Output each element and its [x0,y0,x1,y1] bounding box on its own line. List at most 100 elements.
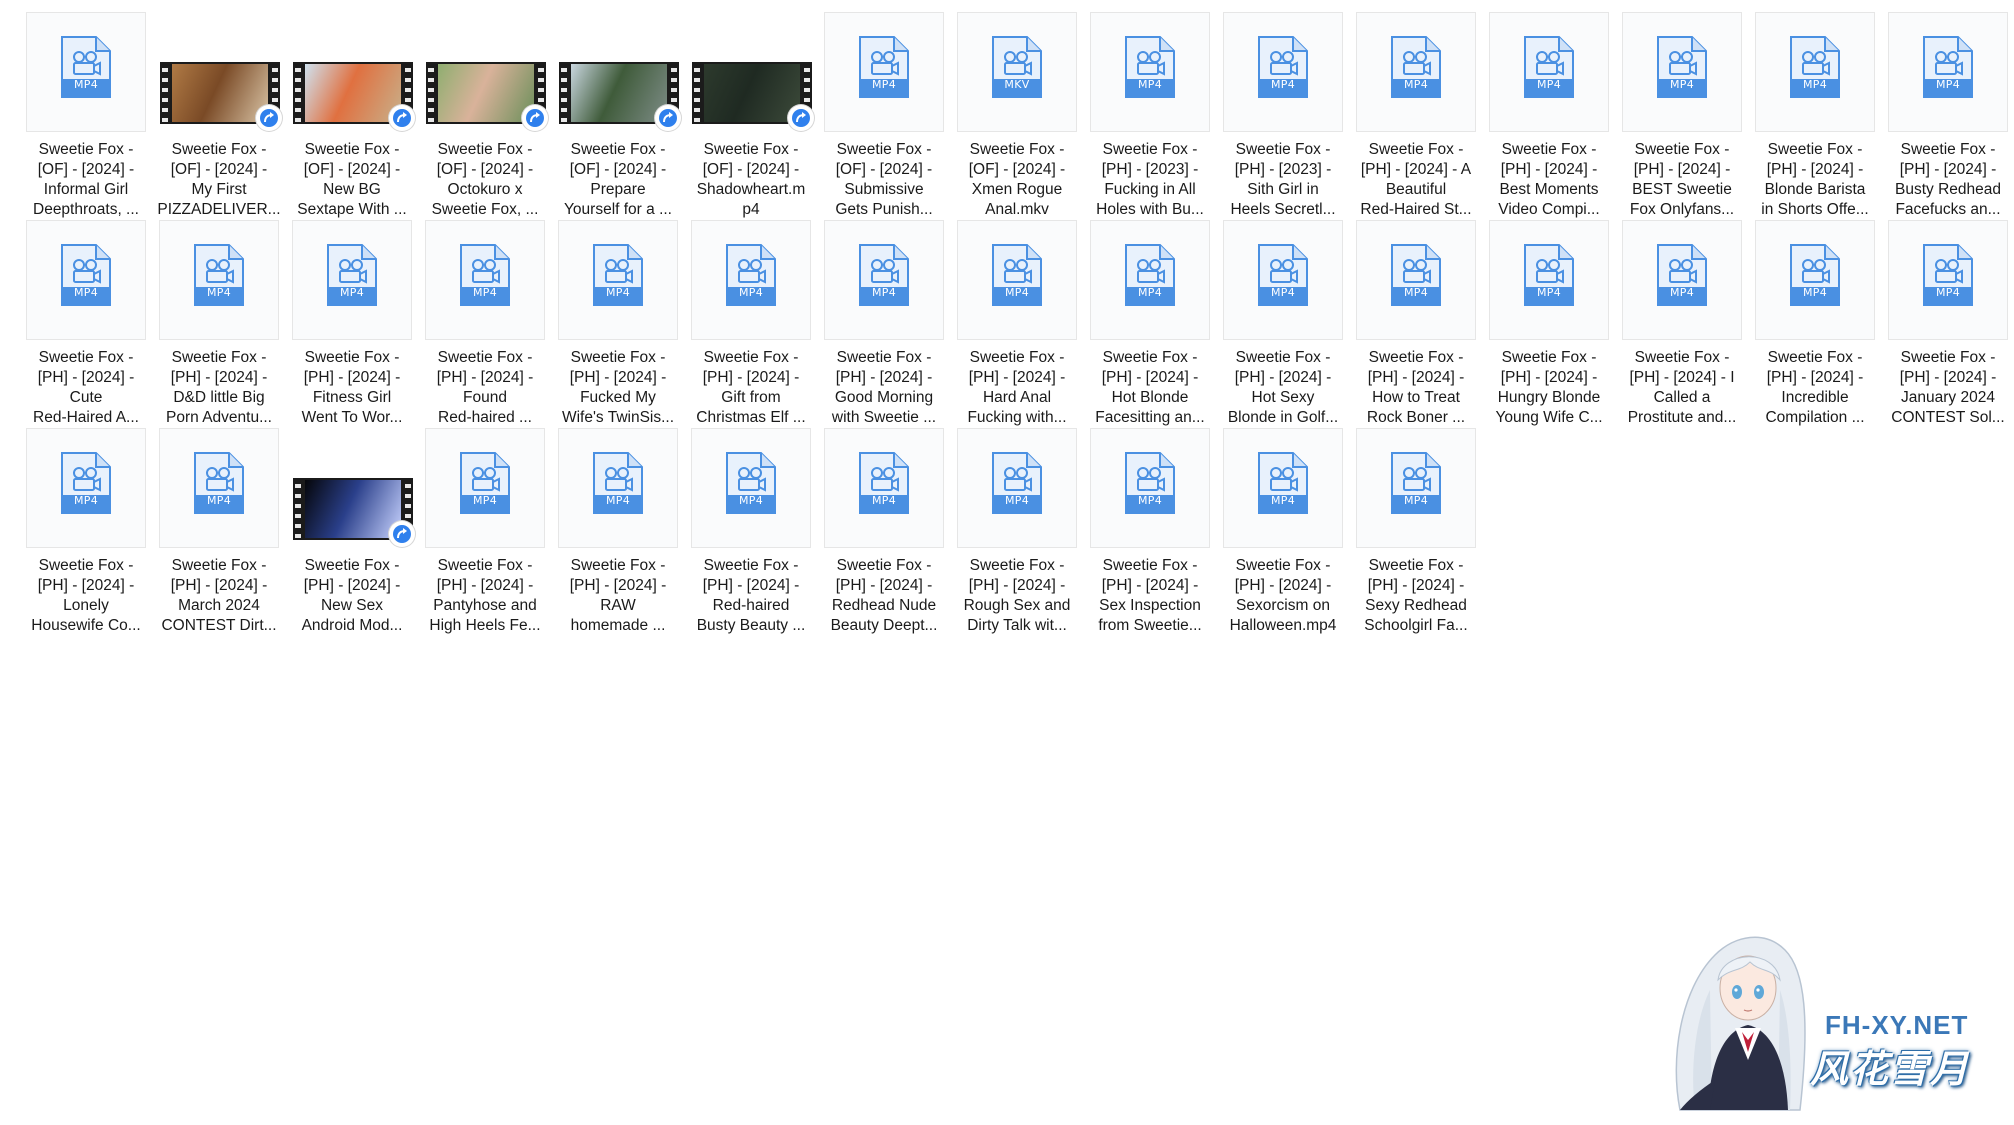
file-thumbnail: MP4 [957,220,1077,340]
file-item[interactable]: MP4 Sweetie Fox - [PH] - [2024] - Fucked … [554,218,682,426]
file-item[interactable]: MP4 Sweetie Fox - [PH] - [2024] - January… [1884,218,2012,426]
video-file-icon: MP4 [60,35,112,99]
file-extension-label: MP4 [738,494,764,507]
file-item[interactable]: MP4 Sweetie Fox - [PH] - [2024] - Busty R… [1884,10,2012,218]
video-file-icon: MP4 [725,451,777,515]
file-item[interactable]: MP4 Sweetie Fox - [PH] - [2024] - I Calle… [1618,218,1746,426]
file-item[interactable]: MP4 Sweetie Fox - [PH] - [2024] - Incredi… [1751,218,1879,426]
file-thumbnail: MP4 [1356,12,1476,132]
file-item[interactable]: Sweetie Fox - [OF] - [2024] - My First P… [155,10,283,218]
file-item[interactable]: MP4 Sweetie Fox - [OF] - [2024] - Informa… [22,10,150,218]
video-frame-image [305,64,401,122]
file-name-label: Sweetie Fox - [PH] - [2024] - Gift from … [696,349,806,426]
video-file-icon: MP4 [60,451,112,515]
file-thumbnail: MP4 [1622,220,1742,340]
file-name-label: Sweetie Fox - [PH] - [2024] - Hungry Blo… [1495,349,1603,426]
video-file-icon: MP4 [1523,35,1575,99]
file-name-label: Sweetie Fox - [PH] - [2023] - Fucking in… [1096,141,1204,218]
file-name-label: Sweetie Fox - [PH] - [2024] - Sexy Redhe… [1364,557,1468,634]
file-item[interactable]: MP4 Sweetie Fox - [PH] - [2024] - Sexy Re… [1352,426,1480,634]
file-explorer-view: MP4 Sweetie Fox - [OF] - [2024] - Informa… [0,0,2014,1125]
video-file-icon: MP4 [1523,243,1575,307]
file-name-label: Sweetie Fox - [PH] - [2024] - Best Momen… [1498,141,1600,218]
video-file-icon: MP4 [1789,35,1841,99]
file-item[interactable]: MP4 Sweetie Fox - [PH] - [2024] - Sexorci… [1219,426,1347,634]
file-item[interactable]: MP4 Sweetie Fox - [PH] - [2024] - BEST Sw… [1618,10,1746,218]
file-item[interactable]: MP4 Sweetie Fox - [PH] - [2024] - D&D lit… [155,218,283,426]
file-item[interactable]: MP4 Sweetie Fox - [PH] - [2024] - Gift fr… [687,218,815,426]
file-item[interactable]: MP4 Sweetie Fox - [PH] - [2023] - Sith Gi… [1219,10,1347,218]
file-item[interactable]: MP4 Sweetie Fox - [PH] - [2024] - Redhead… [820,426,948,634]
video-file-icon: MP4 [459,451,511,515]
file-item[interactable]: MP4 Sweetie Fox - [PH] - [2024] - RAW hom… [554,426,682,634]
file-item[interactable]: MP4 Sweetie Fox - [PH] - [2024] - Rough S… [953,426,1081,634]
file-extension-label: MP4 [206,494,232,507]
file-thumbnail: MP4 [425,220,545,340]
file-thumbnail [425,12,548,132]
file-item[interactable]: MP4 Sweetie Fox - [PH] - [2024] - Found R… [421,218,549,426]
video-file-icon: MP4 [1656,243,1708,307]
file-item[interactable]: Sweetie Fox - [PH] - [2024] - New Sex An… [288,426,416,634]
file-thumbnail: MP4 [558,428,678,548]
file-item[interactable]: Sweetie Fox - [OF] - [2024] - Octokuro x… [421,10,549,218]
file-extension-label: MP4 [1004,494,1030,507]
file-item[interactable]: MP4 Sweetie Fox - [OF] - [2024] - Submiss… [820,10,948,218]
video-file-icon: MP4 [858,35,910,99]
file-item[interactable]: MP4 Sweetie Fox - [PH] - [2024] - Hot Sex… [1219,218,1347,426]
file-name-label: Sweetie Fox - [OF] - [2024] - Informal G… [33,141,139,218]
video-file-icon: MP4 [991,243,1043,307]
file-item[interactable]: MP4 Sweetie Fox - [PH] - [2024] - Lonely … [22,426,150,634]
file-item[interactable]: MP4 Sweetie Fox - [PH] - [2024] - Cute Re… [22,218,150,426]
file-thumbnail: MP4 [1888,12,2008,132]
file-item[interactable]: MP4 Sweetie Fox - [PH] - [2024] - Sex Ins… [1086,426,1214,634]
file-item[interactable]: MP4 Sweetie Fox - [PH] - [2024] - Fitness… [288,218,416,426]
video-file-icon: MP4 [1922,35,1974,99]
file-item[interactable]: MP4 Sweetie Fox - [PH] - [2024] - Blonde … [1751,10,1879,218]
file-thumbnail: MKV [957,12,1077,132]
file-name-label: Sweetie Fox - [PH] - [2024] - D&D little… [166,349,272,426]
file-thumbnail [292,428,415,548]
file-item[interactable]: MP4 Sweetie Fox - [PH] - [2024] - Hard An… [953,218,1081,426]
file-item[interactable]: MP4 Sweetie Fox - [PH] - [2024] - A Beaut… [1352,10,1480,218]
film-sprocket-strip [293,478,303,540]
file-item[interactable]: Sweetie Fox - [OF] - [2024] - Prepare Yo… [554,10,682,218]
file-name-label: Sweetie Fox - [OF] - [2024] - Submissive… [835,141,933,218]
file-item[interactable]: MP4 Sweetie Fox - [PH] - [2024] - Hot Blo… [1086,218,1214,426]
file-item[interactable]: MP4 Sweetie Fox - [PH] - [2023] - Fucking… [1086,10,1214,218]
file-thumbnail [292,12,415,132]
file-name-label: Sweetie Fox - [OF] - [2024] - My First P… [157,141,281,218]
file-name-label: Sweetie Fox - [PH] - [2024] - Rough Sex … [963,557,1071,634]
file-extension-label: MP4 [1669,286,1695,299]
shortcut-arrow-icon [655,105,681,131]
file-item[interactable]: MP4 Sweetie Fox - [PH] - [2024] - Best Mo… [1485,10,1613,218]
shortcut-arrow-icon [389,521,415,547]
file-extension-label: MP4 [871,286,897,299]
file-name-label: Sweetie Fox - [PH] - [2024] - Found Red-… [436,349,534,426]
file-extension-label: MP4 [73,494,99,507]
file-extension-label: MP4 [1403,78,1429,91]
file-item[interactable]: MP4 Sweetie Fox - [PH] - [2024] - Hungry … [1485,218,1613,426]
watermark-site-text: FH-XY.NET [1825,1010,1969,1040]
file-thumbnail: MP4 [159,220,279,340]
video-file-icon: MP4 [326,243,378,307]
file-name-label: Sweetie Fox - [PH] - [2024] - How to Tre… [1366,349,1466,426]
file-name-label: Sweetie Fox - [PH] - [2024] - Good Morni… [831,349,937,426]
file-extension-label: MP4 [73,286,99,299]
file-thumbnail [691,12,814,132]
watermark-title-text: 风花雪月 [1810,1047,1971,1091]
file-item[interactable]: MP4 Sweetie Fox - [PH] - [2024] - March 2… [155,426,283,634]
file-name-label: Sweetie Fox - [PH] - [2024] - Red-haired… [696,557,806,634]
file-item[interactable]: MKV Sweetie Fox - [OF] - [2024] - Xmen Ro… [953,10,1081,218]
video-file-icon: MP4 [1390,243,1442,307]
file-name-label: Sweetie Fox - [PH] - [2024] - Busty Redh… [1895,141,2001,218]
file-item[interactable]: Sweetie Fox - [OF] - [2024] - Shadowhear… [687,10,815,218]
file-item[interactable]: MP4 Sweetie Fox - [PH] - [2024] - Good Mo… [820,218,948,426]
video-file-icon: MP4 [858,243,910,307]
file-item[interactable]: MP4 Sweetie Fox - [PH] - [2024] - How to … [1352,218,1480,426]
file-thumbnail: MP4 [26,428,146,548]
file-item[interactable]: MP4 Sweetie Fox - [PH] - [2024] - Red-hai… [687,426,815,634]
file-thumbnail [558,12,681,132]
file-extension-label: MP4 [738,286,764,299]
file-item[interactable]: MP4 Sweetie Fox - [PH] - [2024] - Pantyho… [421,426,549,634]
file-item[interactable]: Sweetie Fox - [OF] - [2024] - New BG Sex… [288,10,416,218]
